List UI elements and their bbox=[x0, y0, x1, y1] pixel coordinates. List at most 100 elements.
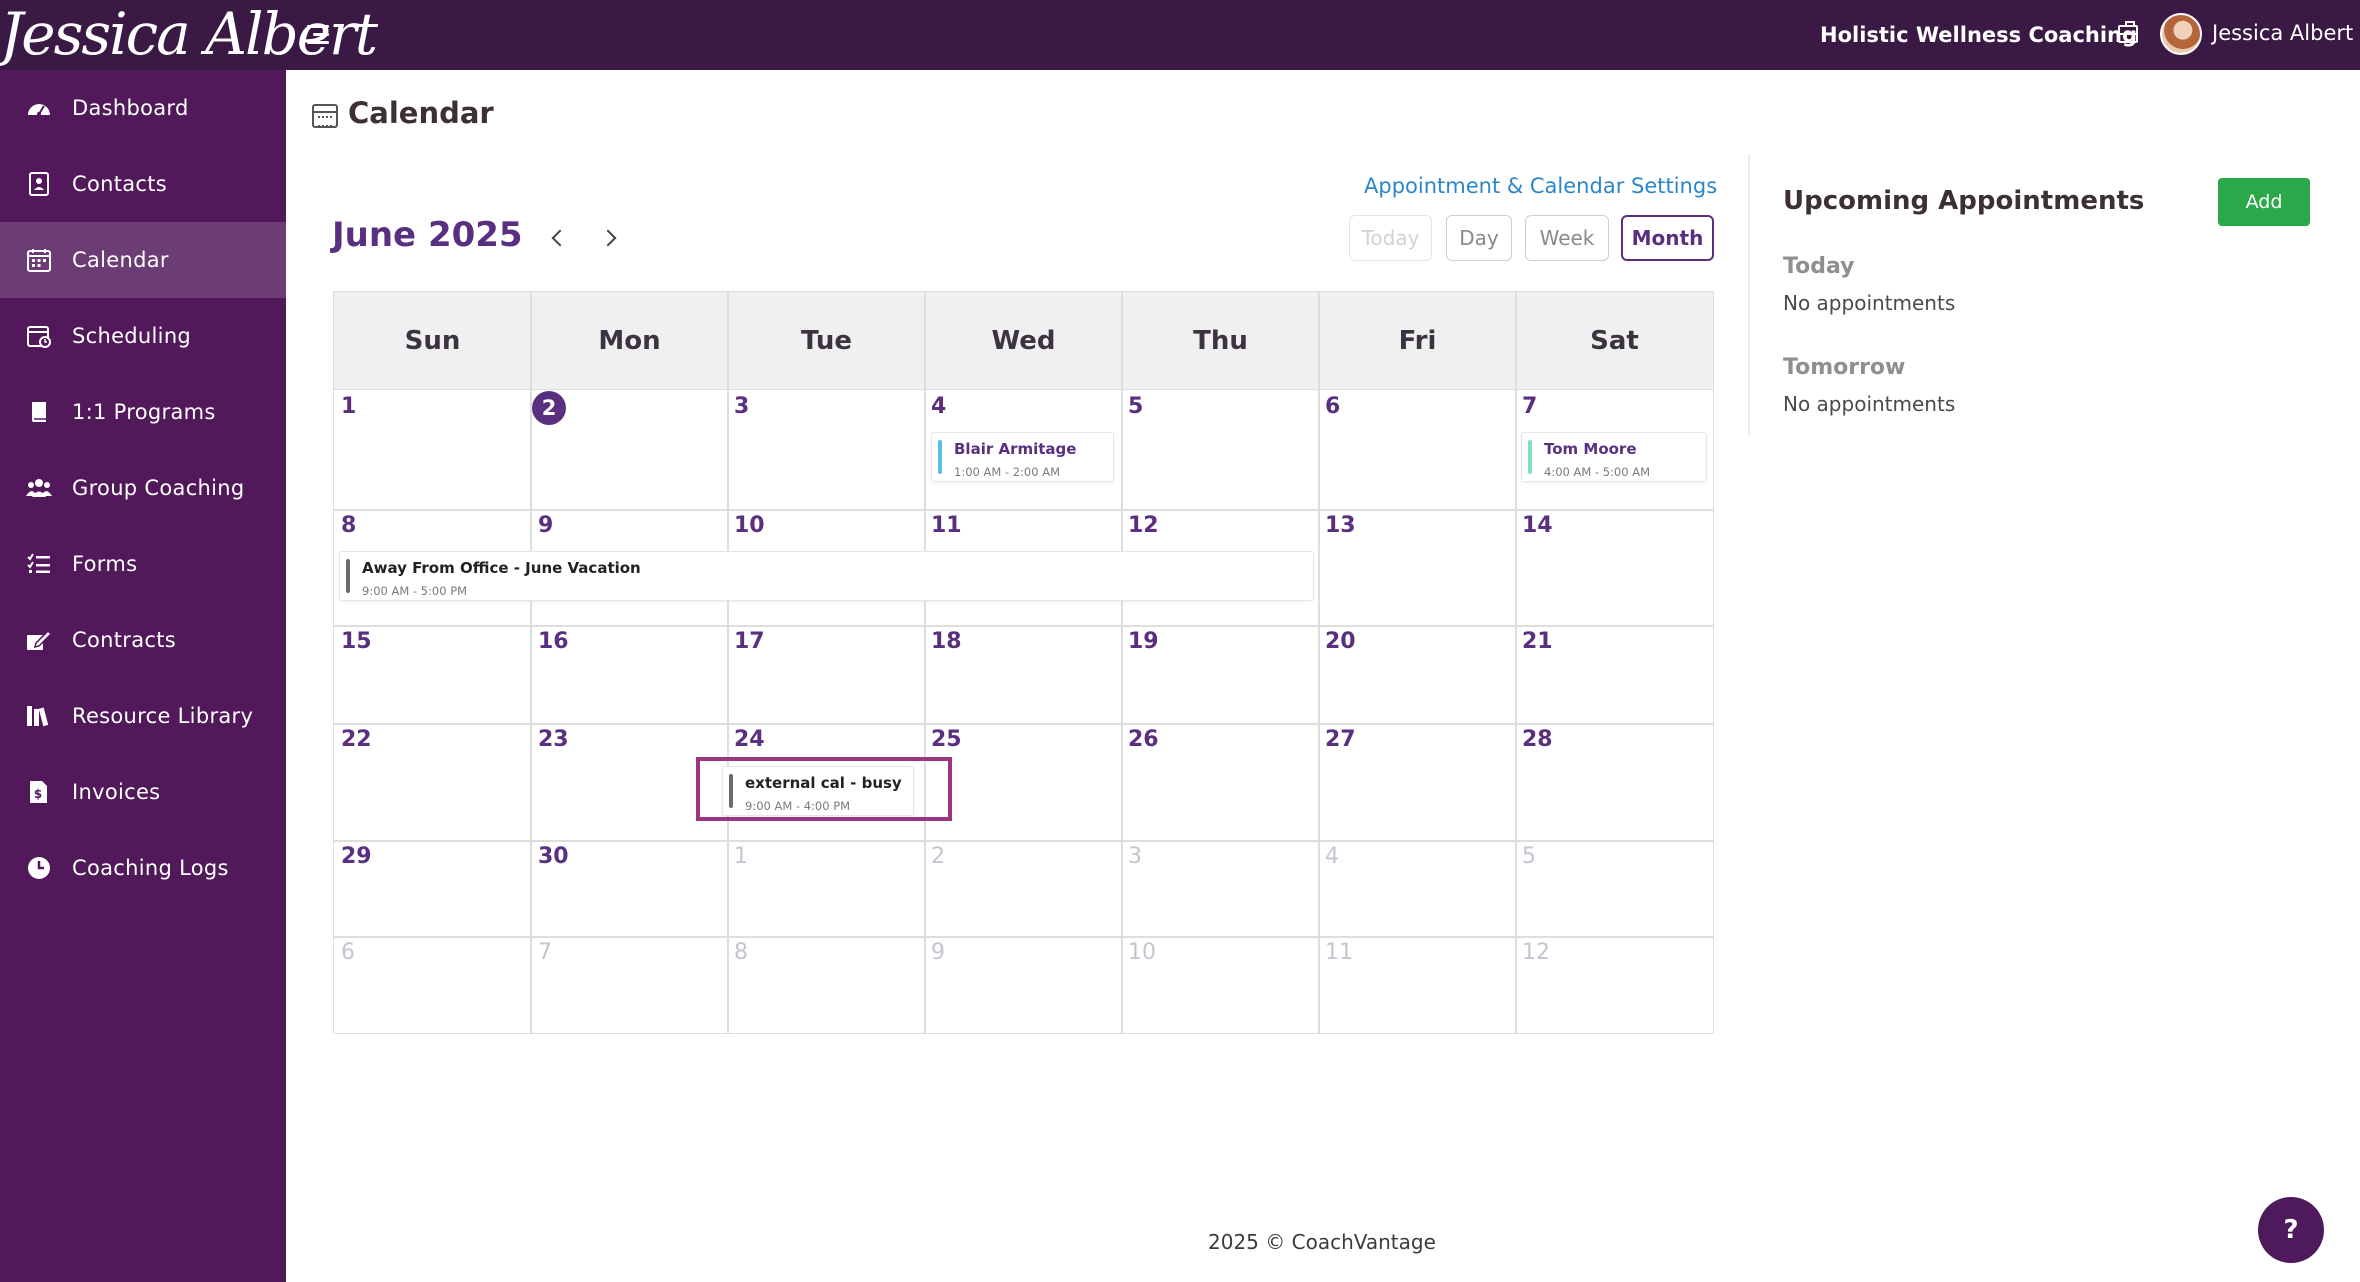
day-number[interactable]: 9 bbox=[538, 513, 553, 538]
day-number-other-month[interactable]: 6 bbox=[341, 940, 355, 965]
day-number-other-month[interactable]: 3 bbox=[1128, 844, 1142, 869]
user-name[interactable]: Jessica Albert bbox=[2212, 0, 2353, 66]
day-number[interactable]: 25 bbox=[931, 727, 962, 752]
upcoming-day-label: Today bbox=[1783, 254, 1855, 279]
grid-line bbox=[727, 292, 729, 1033]
day-number[interactable]: 26 bbox=[1128, 727, 1159, 752]
event-title: Blair Armitage bbox=[954, 440, 1077, 458]
menu-toggle-icon[interactable] bbox=[305, 23, 333, 47]
calendar-event[interactable]: Blair Armitage 1:00 AM - 2:00 AM bbox=[931, 432, 1114, 482]
today-button[interactable]: Today bbox=[1349, 215, 1432, 261]
day-number-other-month[interactable]: 7 bbox=[538, 940, 552, 965]
day-number-other-month[interactable]: 8 bbox=[734, 940, 748, 965]
day-number[interactable]: 14 bbox=[1522, 513, 1553, 538]
day-number[interactable]: 15 bbox=[341, 629, 372, 654]
day-number[interactable]: 24 bbox=[734, 727, 765, 752]
calendar-event[interactable]: Tom Moore 4:00 AM - 5:00 AM bbox=[1521, 432, 1707, 482]
event-color-bar bbox=[346, 559, 350, 593]
day-number[interactable]: 22 bbox=[341, 727, 372, 752]
day-number[interactable]: 6 bbox=[1325, 394, 1340, 419]
logo[interactable]: Jessica Albert bbox=[0, 2, 378, 70]
sidebar-item-calendar[interactable]: Calendar bbox=[0, 222, 286, 298]
day-number[interactable]: 17 bbox=[734, 629, 765, 654]
sidebar: Dashboard Contacts Calendar Scheduling 1… bbox=[0, 70, 286, 1282]
grid-line bbox=[924, 292, 926, 1033]
grid-line bbox=[334, 625, 1713, 627]
calendar-icon bbox=[26, 248, 52, 272]
avatar[interactable] bbox=[2160, 13, 2202, 55]
sidebar-item-forms[interactable]: Forms bbox=[0, 526, 286, 602]
business-name[interactable]: Holistic Wellness Coaching bbox=[1820, 0, 2137, 70]
chevron-left-icon[interactable] bbox=[546, 226, 568, 250]
panel-divider bbox=[1748, 154, 1750, 436]
weekday-label: Tue bbox=[800, 326, 853, 356]
day-number[interactable]: 5 bbox=[1128, 394, 1143, 419]
day-number[interactable]: 11 bbox=[931, 513, 962, 538]
sidebar-item-resource-library[interactable]: Resource Library bbox=[0, 678, 286, 754]
day-number-other-month[interactable]: 10 bbox=[1128, 940, 1156, 965]
day-number-other-month[interactable]: 9 bbox=[931, 940, 945, 965]
day-number[interactable]: 13 bbox=[1325, 513, 1356, 538]
list-icon bbox=[26, 552, 52, 576]
day-number-today[interactable]: 2 bbox=[532, 391, 566, 425]
upcoming-empty-text: No appointments bbox=[1783, 291, 1956, 315]
help-button[interactable]: ? bbox=[2258, 1197, 2324, 1263]
weekday-label: Sat bbox=[1590, 326, 1639, 356]
weekday-label: Sun bbox=[404, 326, 461, 356]
event-highlight-box bbox=[696, 757, 952, 821]
briefcase-icon[interactable] bbox=[2118, 21, 2138, 43]
day-number-other-month[interactable]: 5 bbox=[1522, 844, 1536, 869]
day-number[interactable]: 20 bbox=[1325, 629, 1356, 654]
sidebar-item-coaching-logs[interactable]: Coaching Logs bbox=[0, 830, 286, 906]
day-view-button[interactable]: Day bbox=[1446, 215, 1512, 261]
sidebar-item-invoices[interactable]: $ Invoices bbox=[0, 754, 286, 830]
sidebar-item-label: Contacts bbox=[72, 172, 168, 196]
day-number[interactable]: 28 bbox=[1522, 727, 1553, 752]
book-icon bbox=[26, 400, 52, 424]
day-number[interactable]: 23 bbox=[538, 727, 569, 752]
sidebar-item-contacts[interactable]: Contacts bbox=[0, 146, 286, 222]
add-appointment-button[interactable]: Add bbox=[2218, 178, 2310, 226]
day-number-other-month[interactable]: 1 bbox=[734, 844, 748, 869]
library-icon bbox=[26, 704, 52, 728]
sidebar-item-label: Scheduling bbox=[72, 324, 192, 348]
contacts-icon bbox=[26, 172, 52, 196]
month-view-button[interactable]: Month bbox=[1621, 215, 1714, 261]
weekday-label: Thu bbox=[1193, 326, 1248, 356]
calendar-event[interactable]: Away From Office - June Vacation 9:00 AM… bbox=[339, 551, 1314, 601]
day-number[interactable]: 16 bbox=[538, 629, 569, 654]
day-number[interactable]: 29 bbox=[341, 844, 372, 869]
sidebar-item-group-coaching[interactable]: Group Coaching bbox=[0, 450, 286, 526]
day-number[interactable]: 7 bbox=[1522, 394, 1537, 419]
upcoming-title: Upcoming Appointments bbox=[1783, 186, 2145, 216]
sidebar-item-programs[interactable]: 1:1 Programs bbox=[0, 374, 286, 450]
calendar-settings-link[interactable]: Appointment & Calendar Settings bbox=[1364, 174, 1717, 198]
day-number[interactable]: 10 bbox=[734, 513, 765, 538]
footer-text: 2025 © CoachVantage bbox=[1208, 1230, 1436, 1254]
sidebar-item-dashboard[interactable]: Dashboard bbox=[0, 70, 286, 146]
day-number[interactable]: 27 bbox=[1325, 727, 1356, 752]
day-number[interactable]: 3 bbox=[734, 394, 749, 419]
sidebar-item-scheduling[interactable]: Scheduling bbox=[0, 298, 286, 374]
calendar-icon bbox=[312, 104, 338, 128]
chevron-right-icon[interactable] bbox=[599, 226, 621, 250]
day-number[interactable]: 8 bbox=[341, 513, 356, 538]
day-number[interactable]: 18 bbox=[931, 629, 962, 654]
sidebar-item-label: Group Coaching bbox=[72, 476, 245, 500]
sidebar-item-label: Calendar bbox=[72, 248, 169, 272]
day-number[interactable]: 19 bbox=[1128, 629, 1159, 654]
sidebar-item-label: Invoices bbox=[72, 780, 161, 804]
day-number-other-month[interactable]: 4 bbox=[1325, 844, 1339, 869]
day-number[interactable]: 1 bbox=[341, 394, 356, 419]
day-number[interactable]: 4 bbox=[931, 394, 946, 419]
day-number[interactable]: 30 bbox=[538, 844, 569, 869]
day-number[interactable]: 21 bbox=[1522, 629, 1553, 654]
week-view-button[interactable]: Week bbox=[1525, 215, 1609, 261]
svg-text:$: $ bbox=[34, 787, 42, 801]
day-number[interactable]: 12 bbox=[1128, 513, 1159, 538]
sidebar-item-contracts[interactable]: Contracts bbox=[0, 602, 286, 678]
day-number-other-month[interactable]: 12 bbox=[1522, 940, 1550, 965]
day-number-other-month[interactable]: 11 bbox=[1325, 940, 1353, 965]
day-number-other-month[interactable]: 2 bbox=[931, 844, 945, 869]
sidebar-item-label: Forms bbox=[72, 552, 138, 576]
